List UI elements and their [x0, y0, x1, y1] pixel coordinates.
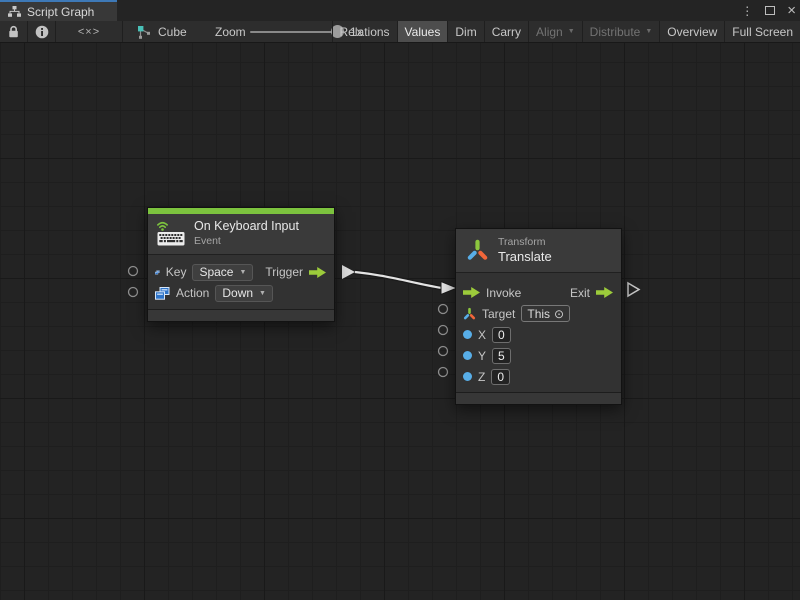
exit-label: Exit: [570, 286, 590, 300]
action-row: Action Down ▼: [155, 283, 326, 304]
window-controls: ⋮ ×: [741, 0, 796, 21]
tab-title: Script Graph: [27, 5, 94, 19]
key-row: Key Space ▼ Trigger: [155, 262, 326, 283]
node-header: On Keyboard Input Event: [148, 214, 334, 255]
flow-arrow-icon[interactable]: [596, 287, 613, 298]
z-input[interactable]: 0: [491, 369, 510, 385]
key-label: Key: [166, 265, 187, 279]
y-input[interactable]: 5: [492, 348, 511, 364]
object-picker-icon[interactable]: ⊙: [554, 308, 564, 320]
graph-hierarchy-icon: [8, 6, 21, 17]
flow-arrow-icon[interactable]: [463, 287, 480, 298]
node-subtitle: Event: [194, 235, 299, 248]
flow-port-triangle-filled[interactable]: [342, 265, 355, 279]
target-row: Target This ⊙: [463, 303, 613, 324]
lock-icon: [8, 25, 19, 38]
port-circle[interactable]: [439, 347, 448, 356]
y-label: Y: [478, 349, 486, 363]
dim-button[interactable]: Dim: [447, 21, 483, 42]
chevron-down-icon: ▼: [568, 28, 575, 35]
node-header: Transform Translate: [456, 229, 621, 273]
action-label: Action: [176, 286, 209, 300]
value-port-icon: [463, 372, 472, 381]
fullscreen-button[interactable]: Full Screen: [724, 21, 800, 42]
code-icon: <×>: [78, 26, 100, 38]
kebab-menu-icon[interactable]: ⋮: [741, 5, 753, 17]
node-footer: [148, 309, 334, 321]
port-circle[interactable]: [129, 267, 138, 276]
breadcrumb-graph-name[interactable]: Cube: [158, 21, 187, 42]
x-label: X: [478, 328, 486, 342]
port-circle[interactable]: [129, 288, 138, 297]
z-label: Z: [478, 370, 485, 384]
flow-arrow-icon[interactable]: [309, 267, 326, 278]
info-icon: [35, 25, 49, 39]
node-footer: [456, 392, 621, 404]
z-row: Z 0: [463, 366, 613, 387]
preview-source-button[interactable]: <×>: [56, 21, 122, 42]
x-input[interactable]: 0: [492, 327, 511, 343]
node-transform-translate[interactable]: Transform Translate Invoke Exit: [455, 228, 622, 405]
invoke-label: Invoke: [486, 286, 521, 300]
chevron-down-icon: ▼: [645, 28, 652, 35]
value-port-icon: [463, 330, 472, 339]
inspector-button[interactable]: [28, 21, 55, 42]
zoom-label: Zoom: [215, 21, 246, 42]
x-row: X 0: [463, 324, 613, 345]
enum-icon: [155, 287, 170, 300]
graph-canvas[interactable]: On Keyboard Input Event Key Space ▼ Trig…: [0, 43, 800, 600]
wires-overlay: [0, 43, 800, 600]
value-port-icon: [463, 351, 472, 360]
graph-toolbar: <×> Cube Zoom 1x Relations Values Dim Ca…: [0, 21, 800, 43]
lock-button[interactable]: [0, 21, 27, 42]
carry-button[interactable]: Carry: [484, 21, 528, 42]
close-icon[interactable]: ×: [787, 3, 796, 18]
graph-breadcrumb-icon: [133, 21, 155, 42]
key-dropdown[interactable]: Space ▼: [192, 264, 253, 281]
node-category: Transform: [498, 236, 552, 249]
values-button[interactable]: Values: [397, 21, 448, 42]
chevron-down-icon: ▼: [259, 290, 266, 297]
align-button[interactable]: Align ▼: [528, 21, 582, 42]
zoom-slider-track[interactable]: [250, 31, 338, 33]
port-circle[interactable]: [439, 305, 448, 314]
maximize-icon[interactable]: [765, 6, 775, 15]
wire[interactable]: [355, 272, 442, 288]
title-bar: Script Graph ⋮ ×: [0, 0, 800, 21]
toolbar-buttons: Relations Values Dim Carry Align ▼ Distr…: [332, 21, 800, 42]
transform-icon: [463, 307, 476, 321]
distribute-button[interactable]: Distribute ▼: [582, 21, 660, 42]
node-title: Translate: [498, 249, 552, 265]
toolbar-separator: [122, 21, 123, 42]
target-object-button[interactable]: This ⊙: [521, 305, 570, 322]
transform-icon: [466, 238, 489, 263]
node-body: Invoke Exit Target This ⊙: [456, 273, 621, 392]
enum-icon: [155, 266, 160, 279]
port-circle[interactable]: [439, 326, 448, 335]
node-on-keyboard-input[interactable]: On Keyboard Input Event Key Space ▼ Trig…: [147, 207, 335, 322]
relations-button[interactable]: Relations: [332, 21, 397, 42]
chevron-down-icon: ▼: [239, 269, 246, 276]
target-label: Target: [482, 307, 515, 321]
trigger-label: Trigger: [265, 265, 303, 279]
y-row: Y 5: [463, 345, 613, 366]
invoke-row: Invoke Exit: [463, 282, 613, 303]
keyboard-icon: [157, 221, 185, 246]
tab-script-graph[interactable]: Script Graph: [0, 0, 117, 21]
node-title: On Keyboard Input: [194, 219, 299, 235]
wire-outline: [355, 272, 442, 288]
node-body: Key Space ▼ Trigger Action: [148, 255, 334, 309]
port-circle[interactable]: [439, 368, 448, 377]
action-dropdown[interactable]: Down ▼: [215, 285, 273, 302]
overview-button[interactable]: Overview: [659, 21, 724, 42]
flow-port-triangle-hollow[interactable]: [628, 283, 639, 296]
